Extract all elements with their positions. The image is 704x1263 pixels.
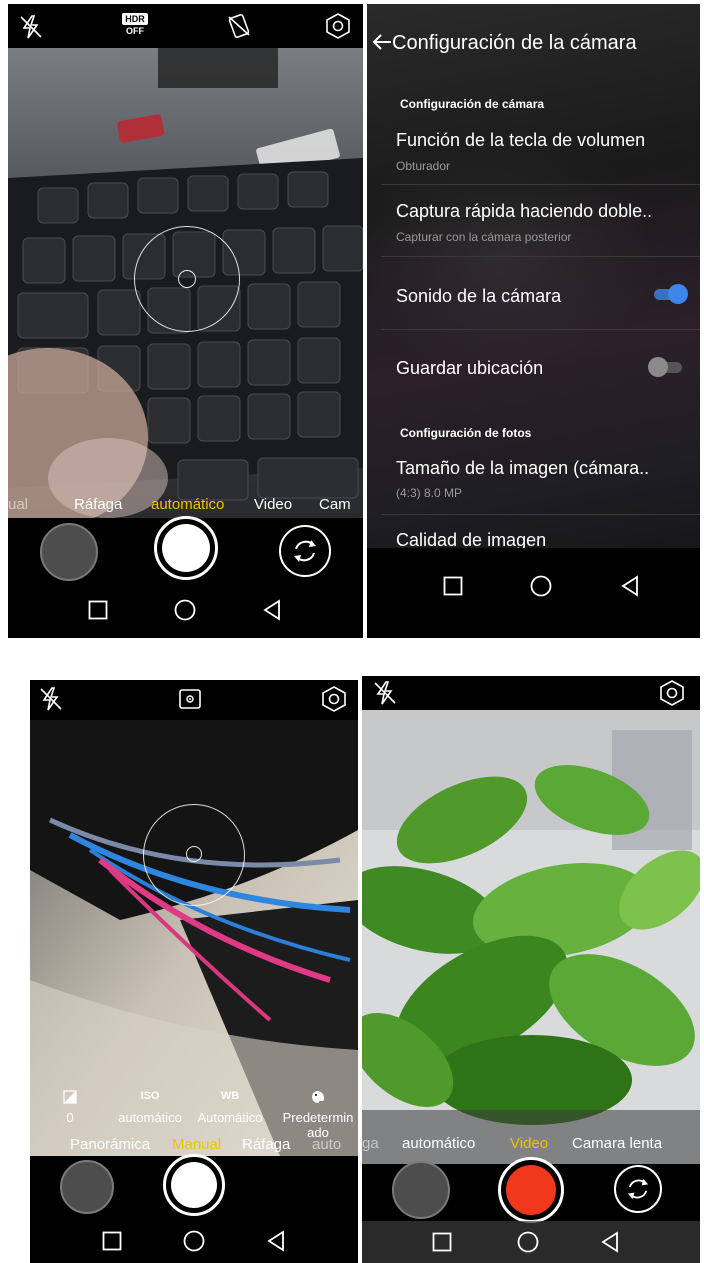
focus-point: [186, 846, 202, 862]
system-nav-bar: [367, 548, 700, 638]
mode-burst[interactable]: Ráfaga: [242, 1136, 290, 1153]
square-icon[interactable]: [432, 1232, 452, 1252]
camera-screen-auto: HDR OFF ual Ráfaga automático Video Cam: [8, 4, 363, 638]
back-arrow-icon[interactable]: [371, 32, 393, 52]
setting-title: Captura rápida haciendo doble..: [396, 201, 653, 221]
flash-off-icon[interactable]: [38, 686, 64, 712]
mode-burst[interactable]: Ráfaga: [74, 496, 122, 513]
setting-title: Guardar ubicación: [396, 358, 544, 378]
camera-screen-manual: 0 ISO automático WB Automático Predeterm…: [30, 680, 358, 1263]
hdr-label: HDR: [122, 13, 148, 25]
exposure-icon: [30, 1090, 110, 1110]
no-motion-icon[interactable]: [226, 13, 252, 39]
mode-selector: ga automático Video Camara lenta: [362, 1131, 700, 1159]
iso-param[interactable]: ISO automático: [110, 1090, 190, 1125]
mode-auto[interactable]: automático: [151, 496, 224, 513]
square-icon[interactable]: [102, 1231, 122, 1251]
triangle-back-icon[interactable]: [266, 1230, 286, 1252]
system-nav-bar: [362, 1221, 700, 1263]
setting-title: Sonido de la cámara: [396, 286, 562, 306]
save-location-toggle[interactable]: [648, 357, 684, 377]
plant-scene: [362, 710, 700, 1164]
gallery-thumbnail[interactable]: [392, 1161, 450, 1219]
focus-point: [178, 270, 196, 288]
page-title: Configuración de la cámara: [392, 32, 637, 54]
setting-subtitle: (4:3) 8.0 MP: [396, 486, 463, 500]
circle-icon[interactable]: [174, 599, 196, 621]
switch-camera-icon[interactable]: [614, 1165, 662, 1213]
mode-burst-partial[interactable]: ga: [362, 1135, 379, 1152]
mode-auto[interactable]: automático: [402, 1135, 475, 1152]
square-icon[interactable]: [443, 576, 463, 596]
gallery-thumbnail[interactable]: [60, 1160, 114, 1214]
mode-slow-motion-partial[interactable]: Cam: [319, 496, 351, 513]
camera-sound-toggle[interactable]: [652, 284, 688, 304]
mode-video[interactable]: Video: [254, 496, 292, 513]
record-button[interactable]: [498, 1157, 564, 1223]
white-balance-value: Automático: [197, 1110, 263, 1125]
mode-video[interactable]: Video: [510, 1135, 548, 1152]
settings-hexagon-icon[interactable]: [320, 685, 348, 713]
iso-value: automático: [118, 1110, 182, 1125]
hdr-state: OFF: [126, 26, 144, 36]
mode-panorama[interactable]: Panorámica: [70, 1136, 150, 1153]
camera-top-bar: [30, 680, 358, 720]
system-nav-bar: [30, 1219, 358, 1263]
mode-auto-partial[interactable]: auto: [312, 1136, 341, 1153]
camera-top-bar: [362, 676, 700, 710]
settings-hexagon-icon[interactable]: [658, 679, 686, 707]
settings-hexagon-icon[interactable]: [324, 12, 352, 40]
shutter-button[interactable]: [154, 516, 218, 580]
flash-off-icon[interactable]: [18, 14, 44, 40]
camera-controls: [362, 1157, 700, 1223]
mode-selector: ual Ráfaga automático Video Cam: [8, 492, 363, 520]
white-balance-param[interactable]: WB Automático: [190, 1090, 270, 1125]
circle-icon[interactable]: [517, 1231, 539, 1253]
mode-manual[interactable]: Manual: [172, 1136, 221, 1153]
mode-selector: Panorámica Manual Ráfaga auto: [30, 1132, 358, 1160]
focus-mode-icon[interactable]: [178, 688, 202, 710]
setting-title: Función de la tecla de volumen: [396, 130, 646, 150]
mode-manual-partial[interactable]: ual: [8, 496, 28, 513]
setting-subtitle: Obturador: [396, 159, 451, 173]
setting-title: Tamaño de la imagen (cámara..: [396, 458, 650, 478]
setting-subtitle: Capturar con la cámara posterior: [396, 230, 572, 244]
mode-slow-motion[interactable]: Camara lenta: [572, 1135, 662, 1152]
camera-top-bar: HDR OFF: [8, 4, 363, 48]
system-nav-bar: [8, 584, 363, 638]
iso-icon: ISO: [140, 1090, 160, 1102]
circle-icon[interactable]: [183, 1230, 205, 1252]
switch-camera-icon[interactable]: [279, 525, 331, 577]
section-header-camera: Configuración de cámara: [400, 97, 545, 111]
camera-viewfinder[interactable]: [362, 710, 700, 1164]
flash-off-icon[interactable]: [372, 680, 398, 706]
circle-icon[interactable]: [530, 575, 552, 597]
camera-settings-screen: Configuración de la cámara Configuración…: [367, 4, 700, 638]
triangle-back-icon[interactable]: [262, 599, 282, 621]
triangle-back-icon[interactable]: [620, 575, 640, 597]
triangle-back-icon[interactable]: [600, 1231, 620, 1253]
white-balance-icon: WB: [220, 1090, 240, 1102]
exposure-value: 0: [66, 1110, 74, 1125]
square-icon[interactable]: [88, 600, 108, 620]
camera-screen-video: ga automático Video Camara lenta: [362, 676, 700, 1263]
shutter-button[interactable]: [163, 1154, 225, 1216]
exposure-param[interactable]: 0: [30, 1090, 110, 1125]
hdr-off-icon[interactable]: HDR OFF: [122, 13, 148, 41]
palette-icon: [278, 1090, 358, 1110]
section-header-photo: Configuración de fotos: [400, 426, 532, 440]
gallery-thumbnail[interactable]: [40, 523, 98, 581]
